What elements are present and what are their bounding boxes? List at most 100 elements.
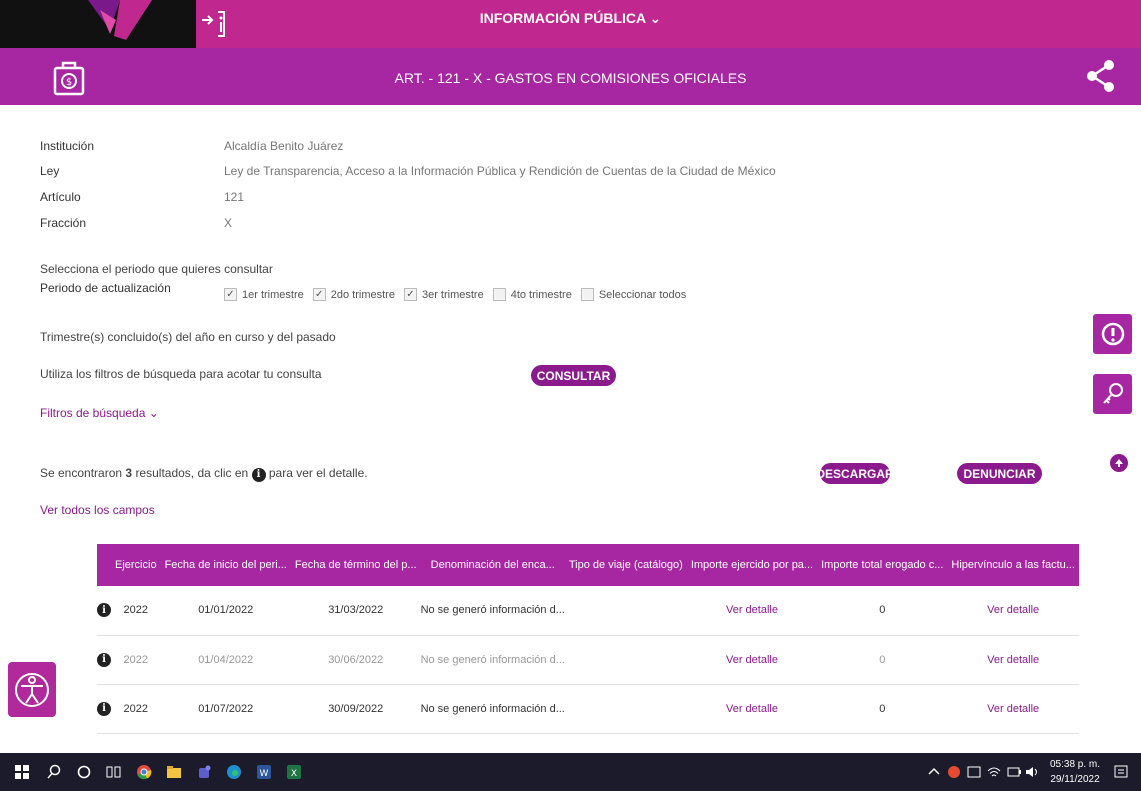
cell-start: 01/01/2022 [198,604,254,617]
checkbox-q2[interactable]: ✓ [312,288,326,301]
cell-name: No se generó información d... [420,653,565,666]
cell-amount-link[interactable]: Ver detalle [687,635,817,684]
search-icon[interactable] [46,764,62,780]
excel-icon[interactable]: X [286,764,302,780]
cell-amount-link[interactable]: Ver detalle [687,586,817,635]
taskbar: W X 05:38 p. m. 29/11/2022 [0,753,1141,791]
article-label: Artículo [40,190,81,204]
institution-label: Institución [40,139,95,153]
table-header: Ejercicio Fecha de inicio del peri... Fe… [97,544,1079,586]
col-year[interactable]: Ejercicio [111,544,161,586]
cell-start: 01/04/2022 [198,653,254,666]
key-button[interactable] [1093,374,1132,414]
alert-button[interactable] [1093,314,1132,354]
teams-icon[interactable] [196,764,212,780]
accessibility-icon [15,672,49,707]
col-invoice-link[interactable]: Hipervínculo a las factu... [947,544,1079,586]
chevron-up-icon[interactable] [926,764,942,780]
cell-name: No se generó información d... [420,702,565,715]
chrome-icon[interactable] [136,764,152,780]
file-explorer-icon[interactable] [166,764,182,780]
law-value: Ley de Transparencia, Acceso a la Inform… [224,164,776,178]
tray-app-icon[interactable] [946,764,962,780]
cell-amount-link[interactable]: Ver detalle [687,684,817,733]
filters-toggle[interactable]: Filtros de búsqueda ⌄ [40,406,159,420]
cell-invoice-link[interactable]: Ver detalle [947,684,1079,733]
filters-toggle-label: Filtros de búsqueda [40,406,146,420]
cell-end: 31/03/2022 [328,604,384,617]
checkbox-q1[interactable]: ✓ [224,288,237,301]
battery-icon[interactable] [1006,764,1022,780]
info-icon[interactable]: i [97,701,111,716]
cell-year: 2022 [123,702,149,715]
notifications-icon[interactable] [1113,764,1129,780]
edge-icon[interactable] [226,764,242,780]
checkbox-select-all[interactable] [580,288,594,301]
checkbox-select-all-label: Seleccionar todos [598,288,687,301]
share-icon[interactable] [1085,58,1117,94]
cell-total: 0 [879,653,886,666]
col-end-date[interactable]: Fecha de término del p... [291,544,421,586]
results-middle: resultados, da clic en [135,466,249,480]
main-menu-title[interactable]: INFORMACIÓN PÚBLICA ⌄ [0,10,1141,27]
col-name[interactable]: Denominación del enca... [421,544,565,586]
results-prefix: Se encontraron [40,466,123,480]
results-suffix: para ver el detalle. [268,466,368,480]
checkbox-q3-label: 3er trimestre [421,288,484,301]
main-menu-label: INFORMACIÓN PÚBLICA [479,10,646,26]
info-icon[interactable]: i [97,652,111,667]
download-button[interactable]: DESCARGAR [816,463,894,484]
results-count: 3 [125,466,133,480]
results-table: Ejercicio Fecha de inicio del peri... Fe… [97,544,1079,734]
tray-time: 05:38 p. m. [1050,759,1101,770]
wifi-icon[interactable] [986,764,1002,780]
cell-type [565,684,687,733]
network-icon[interactable] [966,764,982,780]
col-amount[interactable]: Importe ejercido por pa... [687,544,817,586]
article-value: 121 [224,190,245,204]
tray-clock[interactable]: 05:38 p. m. 29/11/2022 [1050,757,1100,787]
top-bar: INFORMACIÓN PÚBLICA ⌄ [0,0,1141,48]
cell-end: 30/09/2022 [328,702,384,715]
info-icon: i [251,467,266,482]
article-title: ART. - 121 - X - GASTOS EN COMISIONES OF… [394,70,747,86]
checkbox-q4[interactable] [492,288,506,301]
task-view-icon[interactable] [106,764,122,780]
period-checkboxes: ✓ 1er trimestre ✓ 2do trimestre ✓ 3er trime… [224,288,695,301]
scroll-top-button[interactable] [1110,454,1128,472]
key-icon [1102,383,1123,404]
word-icon[interactable]: W [256,764,272,780]
cell-type [565,635,687,684]
period-note: Trimestre(s) concluido(s) del año en cur… [40,330,336,344]
report-button[interactable]: DENUNCIAR [957,463,1042,484]
cortana-icon[interactable] [76,764,92,780]
fraction-label: Fracción [40,216,87,230]
cell-start: 01/07/2022 [198,702,254,715]
checkbox-q4-label: 4to trimestre [510,288,572,301]
cell-name: No se generó información d... [420,604,565,617]
windows-start-icon[interactable] [14,764,30,780]
law-label: Ley [40,164,60,178]
checkbox-q1-label: 1er trimestre [242,288,304,301]
cell-invoice-link[interactable]: Ver detalle [947,635,1079,684]
table-row: i 2022 01/01/2022 31/03/2022 No se gener… [97,586,1079,635]
table-row: i 2022 01/04/2022 30/06/2022 No se gener… [97,635,1079,684]
article-bar: $ ART. - 121 - X - GASTOS EN COMISIONES … [0,48,1141,105]
institution-value: Alcaldía Benito Juárez [224,139,344,153]
col-trip-type[interactable]: Tipo de viaje (catálogo) [565,544,687,586]
all-fields-link[interactable]: Ver todos los campos [40,503,155,517]
accessibility-button[interactable] [8,662,56,717]
volume-icon[interactable] [1024,764,1040,780]
cell-year: 2022 [123,653,149,666]
consult-button[interactable]: CONSULTAR [531,365,616,386]
svg-text:X: X [291,769,297,779]
checkbox-q3[interactable]: ✓ [403,288,417,301]
filters-hint: Utiliza los filtros de búsqueda para aco… [40,367,322,381]
chevron-down-icon: ⌄ [649,10,662,26]
info-icon[interactable]: i [97,603,111,618]
cell-total: 0 [879,604,886,617]
cell-invoice-link[interactable]: Ver detalle [947,586,1079,635]
period-label: Periodo de actualización [40,281,171,295]
col-start-date[interactable]: Fecha de inicio del peri... [161,544,291,586]
col-total[interactable]: Importe total erogado c... [817,544,947,586]
